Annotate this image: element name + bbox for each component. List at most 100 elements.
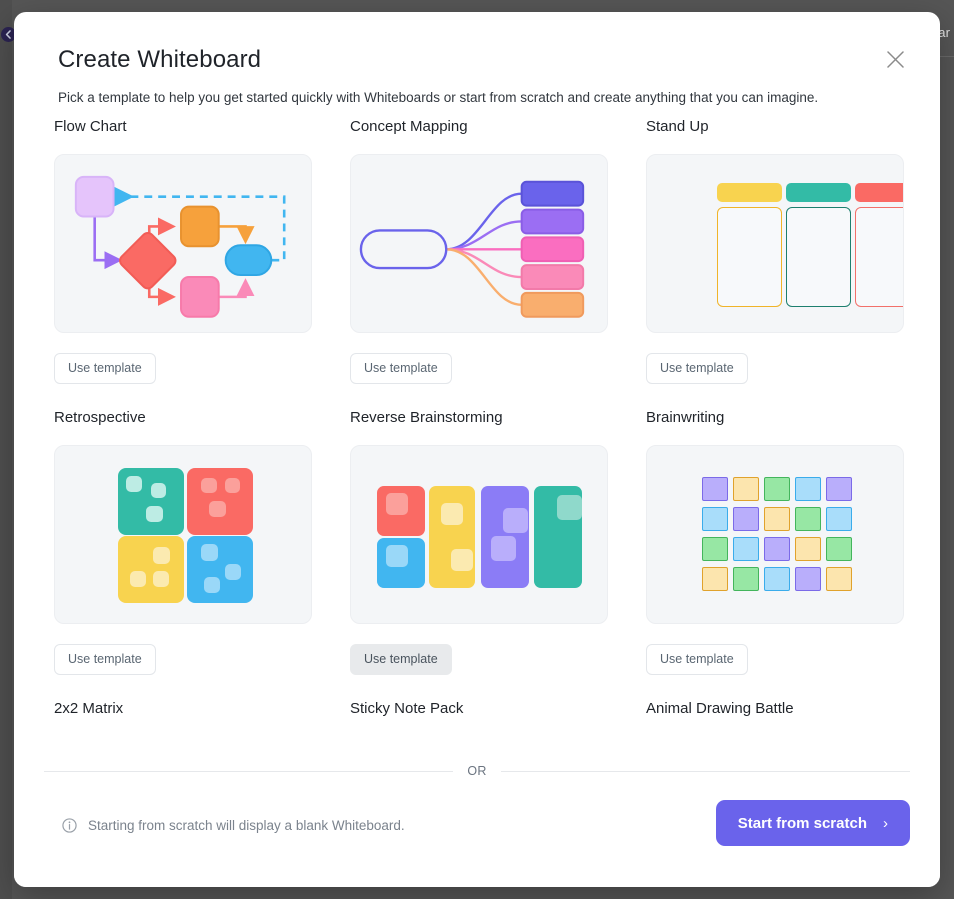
sticky-note bbox=[386, 493, 408, 515]
sticky-note bbox=[225, 478, 240, 493]
template-actions bbox=[350, 740, 608, 756]
sticky-note bbox=[733, 537, 759, 561]
use-template-button[interactable]: Use template bbox=[350, 353, 452, 384]
template-actions bbox=[646, 740, 904, 756]
flow-chart-art bbox=[74, 175, 286, 318]
template-actions: Use template bbox=[646, 353, 904, 385]
modal-footer: OR Starting from scratch will display a … bbox=[14, 756, 940, 887]
use-template-button[interactable]: Use template bbox=[54, 353, 156, 384]
template-card[interactable]: Brainwriting Use template bbox=[646, 385, 904, 676]
stand-up-column-header bbox=[717, 183, 782, 202]
use-template-button[interactable]: Use template bbox=[646, 644, 748, 675]
stand-up-column bbox=[717, 207, 782, 307]
template-card[interactable]: Animal Drawing Battle bbox=[646, 676, 904, 756]
sticky-note bbox=[209, 501, 226, 517]
sticky-note bbox=[491, 536, 516, 561]
use-template-button[interactable]: Use template bbox=[54, 644, 156, 675]
sticky-note bbox=[733, 477, 759, 501]
reverse-brainstorming-art bbox=[351, 446, 607, 623]
sticky-note bbox=[557, 495, 582, 520]
or-line-left bbox=[44, 770, 454, 772]
sticky-note bbox=[733, 567, 759, 591]
template-thumbnail[interactable] bbox=[646, 154, 904, 333]
retrospective-quadrant bbox=[187, 468, 253, 535]
sticky-note bbox=[764, 507, 790, 531]
reverse-brainstorming-column bbox=[481, 486, 529, 588]
start-from-scratch-button[interactable]: Start from scratch › bbox=[715, 800, 910, 846]
sticky-note bbox=[826, 507, 852, 531]
template-title: Concept Mapping bbox=[350, 118, 468, 135]
sticky-note bbox=[151, 483, 166, 498]
stand-up-column bbox=[786, 207, 851, 307]
retrospective-quadrant bbox=[118, 468, 184, 535]
template-actions: Use template bbox=[54, 353, 312, 385]
template-card[interactable]: Stand Up Use template bbox=[646, 116, 904, 385]
template-list-scroll-area[interactable]: Flow Chart Use template Concept Mapping bbox=[14, 116, 940, 756]
stand-up-art bbox=[647, 155, 903, 332]
stand-up-column bbox=[855, 207, 903, 307]
template-thumbnail[interactable] bbox=[54, 154, 312, 333]
close-icon bbox=[886, 50, 904, 68]
template-title: 2x2 Matrix bbox=[54, 700, 124, 717]
template-title: Animal Drawing Battle bbox=[646, 700, 794, 717]
sticky-note bbox=[126, 476, 142, 492]
template-thumbnail[interactable] bbox=[646, 445, 904, 624]
sticky-note bbox=[795, 477, 821, 501]
template-grid: Flow Chart Use template Concept Mapping bbox=[14, 116, 940, 756]
sticky-note bbox=[204, 577, 220, 593]
sticky-note bbox=[826, 567, 852, 591]
template-card[interactable]: Sticky Note Pack bbox=[350, 676, 608, 756]
sticky-note bbox=[153, 547, 170, 564]
reverse-brainstorming-column bbox=[377, 538, 425, 588]
reverse-brainstorming-column bbox=[429, 486, 475, 588]
info-icon bbox=[62, 818, 77, 833]
reverse-brainstorming-column bbox=[534, 486, 582, 588]
or-label: OR bbox=[467, 764, 487, 778]
stand-up-column-header bbox=[855, 183, 903, 202]
template-title: Brainwriting bbox=[646, 409, 725, 426]
template-actions bbox=[54, 740, 312, 756]
template-title: Flow Chart bbox=[54, 118, 127, 135]
sticky-note bbox=[795, 507, 821, 531]
close-button[interactable] bbox=[880, 44, 910, 74]
template-card[interactable]: Flow Chart Use template bbox=[54, 116, 312, 385]
template-card[interactable]: Reverse Brainstorming Use template bbox=[350, 385, 608, 676]
sticky-note bbox=[764, 567, 790, 591]
template-title: Stand Up bbox=[646, 118, 709, 135]
template-title: Reverse Brainstorming bbox=[350, 409, 503, 426]
footer-note: Starting from scratch will display a bla… bbox=[62, 818, 405, 833]
sticky-note bbox=[764, 537, 790, 561]
modal-subtitle: Pick a template to help you get started … bbox=[58, 89, 819, 105]
sticky-note bbox=[386, 545, 408, 567]
retrospective-quadrant bbox=[187, 536, 253, 603]
sticky-note bbox=[702, 537, 728, 561]
sticky-note bbox=[795, 567, 821, 591]
template-thumbnail[interactable] bbox=[54, 445, 312, 624]
template-actions: Use template bbox=[54, 644, 312, 676]
template-card[interactable]: Concept Mapping Use template bbox=[350, 116, 608, 385]
template-card[interactable]: 2x2 Matrix bbox=[54, 676, 312, 756]
footer-note-text: Starting from scratch will display a bla… bbox=[88, 818, 405, 833]
sticky-note bbox=[702, 507, 728, 531]
use-template-button[interactable]: Use template bbox=[646, 353, 748, 384]
stand-up-column-header bbox=[786, 183, 851, 202]
template-thumbnail[interactable] bbox=[350, 154, 608, 333]
template-thumbnail[interactable] bbox=[350, 445, 608, 624]
template-actions: Use template bbox=[350, 353, 608, 385]
create-whiteboard-modal: Create Whiteboard Pick a template to hel… bbox=[14, 12, 940, 887]
modal-header: Create Whiteboard Pick a template to hel… bbox=[14, 12, 940, 107]
template-actions: Use template bbox=[646, 644, 904, 676]
sticky-note bbox=[795, 537, 821, 561]
sticky-note bbox=[826, 537, 852, 561]
sticky-note bbox=[201, 544, 218, 561]
chevron-right-icon: › bbox=[883, 814, 888, 832]
or-line-right bbox=[500, 770, 911, 772]
template-title: Retrospective bbox=[54, 409, 146, 426]
reverse-brainstorming-column bbox=[377, 486, 425, 536]
sticky-note bbox=[503, 508, 528, 533]
template-title: Sticky Note Pack bbox=[350, 700, 464, 717]
use-template-button[interactable]: Use template bbox=[350, 644, 452, 675]
sticky-note bbox=[146, 506, 163, 522]
template-card[interactable]: Retrospective Use template bbox=[54, 385, 312, 676]
sticky-note bbox=[764, 477, 790, 501]
